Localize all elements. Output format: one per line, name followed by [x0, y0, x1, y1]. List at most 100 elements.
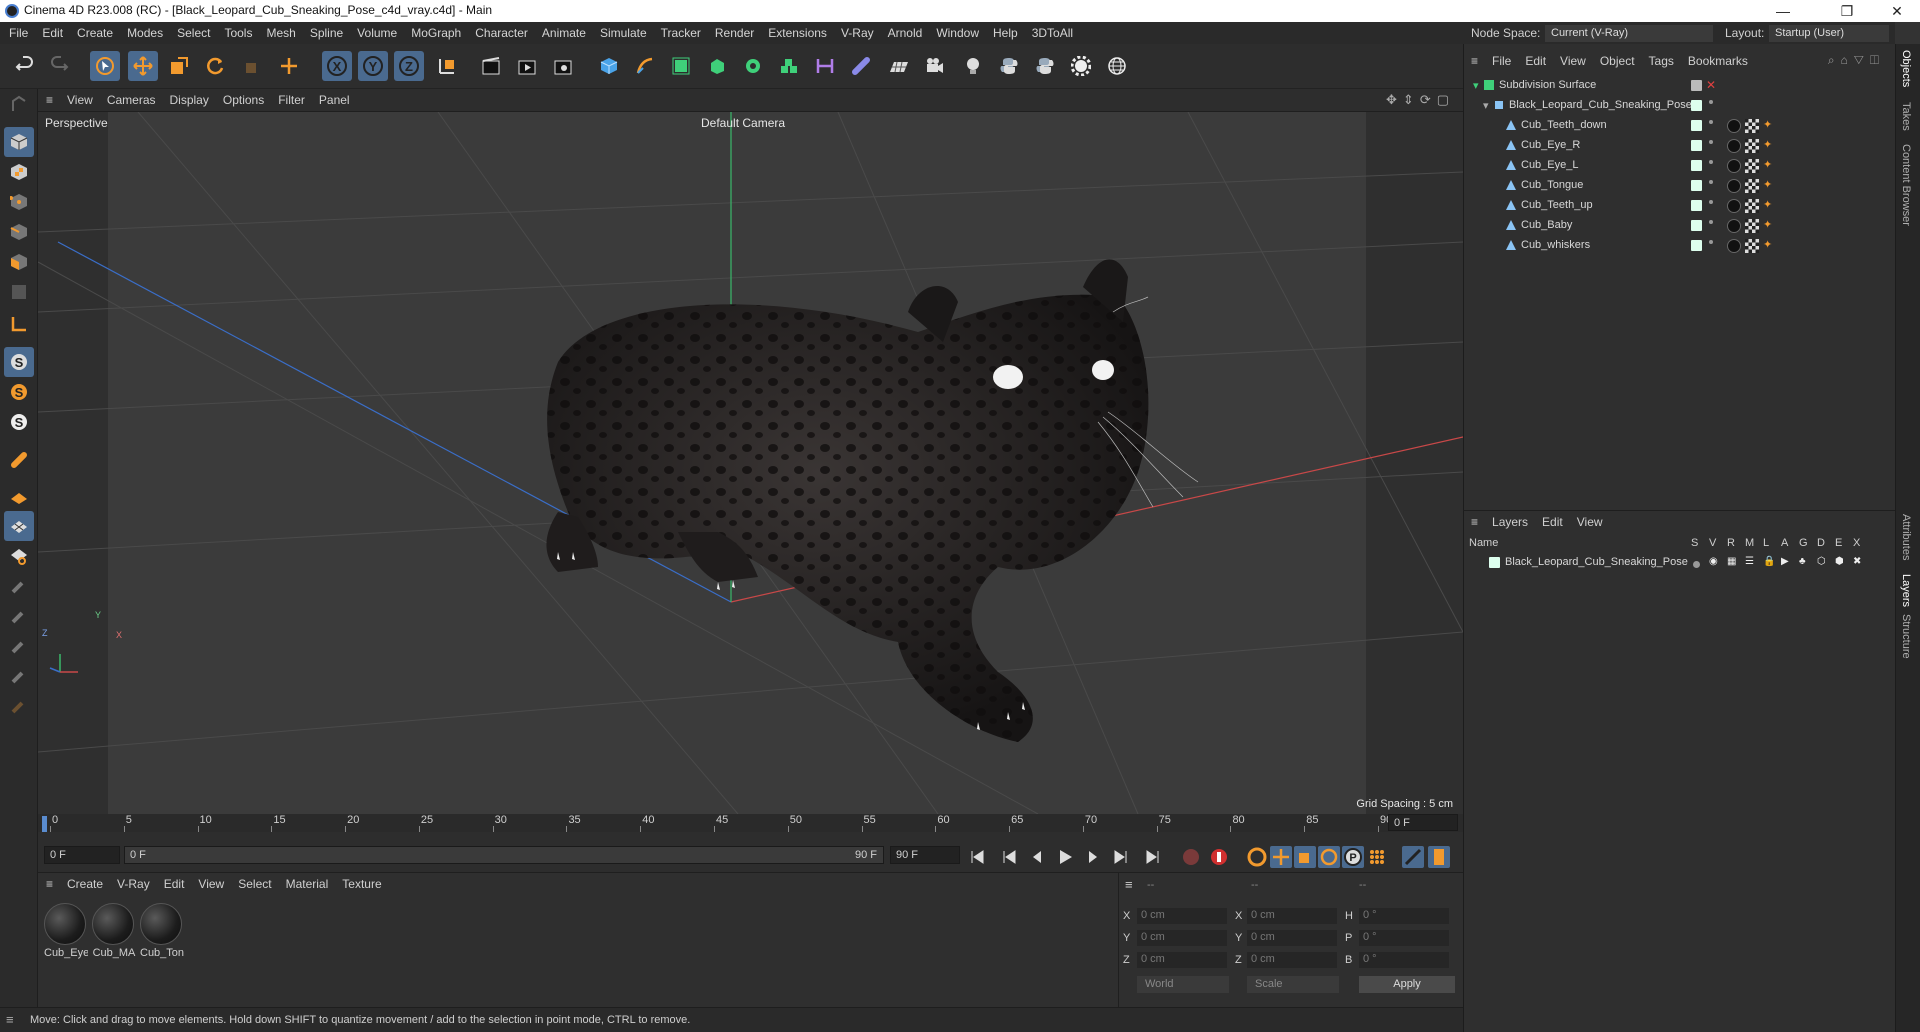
model-mode-button[interactable] [4, 127, 34, 157]
play-button[interactable] [1054, 846, 1076, 868]
vray-tag-icon[interactable]: ✦ [1763, 158, 1772, 171]
viewport-navigation-icons[interactable]: ✥⇕⟳▢ [1386, 92, 1455, 108]
visibility-dot-icon[interactable] [1709, 220, 1713, 224]
layer-col-v[interactable]: V [1709, 537, 1716, 549]
current-frame-field[interactable]: 0 F [1388, 814, 1458, 831]
viewport-hamburger-icon[interactable]: ≡ [38, 89, 60, 111]
prev-frame-button[interactable] [1026, 846, 1048, 868]
deformer-button[interactable] [810, 51, 840, 81]
viewport-perspective-label[interactable]: Perspective [45, 116, 108, 130]
objects-menu-tags[interactable]: Tags [1642, 50, 1681, 72]
edit-check-icon[interactable] [1691, 80, 1702, 91]
redo-button[interactable] [44, 51, 74, 81]
material-swatch[interactable]: Cub_MA [92, 903, 136, 959]
visibility-dot-icon[interactable] [1709, 240, 1713, 244]
layer-color-swatch[interactable] [1691, 220, 1702, 231]
subdivision-button[interactable] [666, 51, 696, 81]
autokey-button[interactable] [1208, 846, 1230, 868]
rot-b-field[interactable]: 0 ° [1359, 952, 1449, 968]
object-row[interactable]: Cub_Baby ✦ [1463, 216, 1895, 236]
layer-color-swatch[interactable] [1489, 557, 1500, 568]
pos-x-field[interactable]: 0 cm [1137, 908, 1227, 924]
uvw-tag-icon[interactable] [1745, 179, 1759, 193]
next-key-button[interactable] [1110, 846, 1132, 868]
menu-simulate[interactable]: Simulate [593, 22, 654, 44]
layer-row[interactable]: Black_Leopard_Cub_Sneaking_Pose ◉ ▦ ☰ 🔒 … [1463, 553, 1895, 573]
objects-hamburger-icon[interactable]: ≡ [1463, 50, 1485, 72]
side-tab-takes[interactable]: Takes [1900, 102, 1912, 131]
layer-col-r[interactable]: R [1727, 537, 1735, 549]
light-button[interactable] [958, 51, 988, 81]
key-rotation-button[interactable] [1318, 846, 1340, 868]
layout-dropdown[interactable]: Startup (User) [1769, 25, 1889, 42]
visibility-dot-icon[interactable] [1709, 180, 1713, 184]
timeline-ruler[interactable]: 0 5 10 15 20 25 30 35 40 45 50 55 60 65 70 75 80 85 90 0 F [38, 814, 1463, 832]
menu-3dtoall[interactable]: 3DToAll [1025, 22, 1080, 44]
uvw-tag-icon[interactable] [1745, 119, 1759, 133]
menu-mesh[interactable]: Mesh [259, 22, 302, 44]
menu-file[interactable]: File [0, 22, 35, 44]
y-axis-lock-button[interactable]: Y [358, 51, 388, 81]
menu-window[interactable]: Window [929, 22, 986, 44]
visibility-dot-icon[interactable] [1709, 140, 1713, 144]
layer-col-e[interactable]: E [1835, 537, 1842, 549]
layer-visible-eye-icon[interactable]: ◉ [1709, 556, 1718, 567]
rot-p-field[interactable]: 0 ° [1359, 930, 1449, 946]
rot-h-field[interactable]: 0 ° [1359, 908, 1449, 924]
close-button[interactable]: ✕ [1874, 0, 1920, 22]
prev-key-button[interactable] [998, 846, 1020, 868]
layers-hamburger-icon[interactable]: ≡ [1463, 511, 1485, 533]
camera-button[interactable] [920, 51, 950, 81]
polygon-mode-button[interactable] [4, 247, 34, 277]
material-tag-icon[interactable] [1727, 239, 1741, 253]
menu-select[interactable]: Select [170, 22, 217, 44]
layer-col-l[interactable]: L [1763, 537, 1769, 549]
layer-col-x[interactable]: X [1853, 537, 1860, 549]
minimize-button[interactable]: — [1760, 0, 1806, 22]
layer-color-swatch[interactable] [1691, 140, 1702, 151]
layer-color-swatch[interactable] [1691, 240, 1702, 251]
material-menu-vray[interactable]: V-Ray [110, 873, 157, 895]
timeline-scheme-button[interactable] [1402, 846, 1424, 868]
coordinates-hamburger-icon[interactable]: ≡ [1125, 877, 1133, 892]
layer-deformer-icon[interactable]: ⬡ [1817, 556, 1826, 567]
viewport-menu-filter[interactable]: Filter [271, 89, 312, 111]
objects-search-filter-icons[interactable]: ⌕⌂▽◫ [1828, 53, 1885, 68]
tweak-mode-button[interactable] [4, 445, 34, 475]
side-tab-objects[interactable]: Objects [1900, 50, 1912, 87]
object-row[interactable]: ▾ Subdivision Surface ✕ [1463, 76, 1895, 96]
menu-help[interactable]: Help [986, 22, 1025, 44]
layer-manager-icon[interactable]: ☰ [1745, 556, 1754, 567]
menu-modes[interactable]: Modes [120, 22, 170, 44]
layer-col-m[interactable]: M [1745, 537, 1754, 549]
material-menu-edit[interactable]: Edit [157, 873, 192, 895]
x-axis-lock-button[interactable]: X [322, 51, 352, 81]
render-settings-button[interactable] [548, 51, 578, 81]
layer-col-s[interactable]: S [1691, 537, 1698, 549]
vray-tag-icon[interactable]: ✦ [1763, 198, 1772, 211]
layer-color-swatch[interactable] [1691, 200, 1702, 211]
menu-spline[interactable]: Spline [303, 22, 350, 44]
coordinate-space-dropdown[interactable]: World [1137, 976, 1229, 993]
object-row[interactable]: Cub_Eye_L ✦ [1463, 156, 1895, 176]
vray-tag-icon[interactable]: ✦ [1763, 118, 1772, 131]
object-row[interactable]: ▾ Black_Leopard_Cub_Sneaking_Pose [1463, 96, 1895, 116]
uvw-tag-icon[interactable] [1745, 219, 1759, 233]
material-menu-create[interactable]: Create [60, 873, 110, 895]
menu-extensions[interactable]: Extensions [761, 22, 834, 44]
move-tool-button[interactable] [128, 51, 158, 81]
pen-spline-button[interactable] [630, 51, 660, 81]
render-view-button[interactable] [512, 51, 542, 81]
axis-mode-button[interactable] [4, 309, 34, 339]
key-parameter-button[interactable]: P [1342, 846, 1364, 868]
menu-create[interactable]: Create [70, 22, 120, 44]
paint-tool-button[interactable] [4, 571, 34, 601]
material-menu-material[interactable]: Material [279, 873, 336, 895]
layer-generator-icon[interactable]: ♣ [1799, 556, 1806, 567]
z-axis-lock-button[interactable]: Z [394, 51, 424, 81]
texture-mode-button[interactable] [4, 157, 34, 187]
visibility-dot-icon[interactable] [1709, 100, 1713, 104]
menu-tracker[interactable]: Tracker [654, 22, 708, 44]
key-scale-button[interactable] [1294, 846, 1316, 868]
size-y-field[interactable]: 0 cm [1247, 930, 1337, 946]
